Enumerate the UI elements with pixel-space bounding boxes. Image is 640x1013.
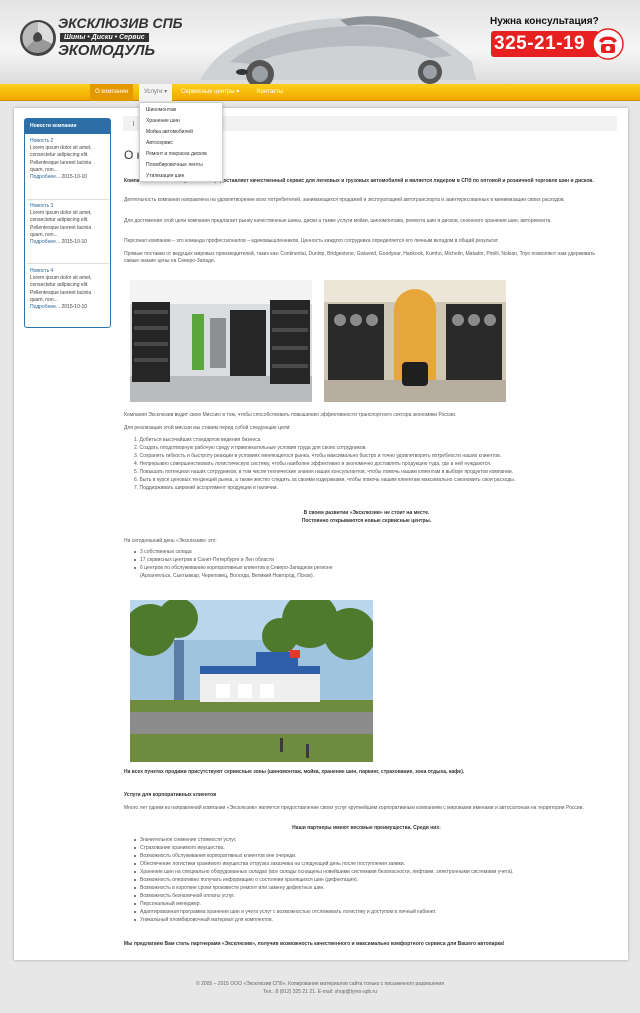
dropdown-item-sealing-tapes[interactable]: Пломбировочные ленты: [146, 162, 203, 168]
news-date: 2015-10-10: [61, 174, 88, 181]
news-divider: [27, 263, 109, 264]
news-item: Новость 2 Lorem ipsum dolor sit amet, co…: [30, 138, 106, 181]
services-dropdown-menu: Шиномонтаж Хранение шин Мойка автомобиле…: [139, 102, 223, 182]
corporate-heading: Услуги для корпоративных клиентов: [124, 792, 217, 798]
logo-title[interactable]: ЭКСКЛЮЗИВ СПБ: [58, 15, 183, 31]
list-item: 3 собственных склада: [134, 549, 192, 555]
nav-about[interactable]: О компании: [90, 84, 134, 101]
site-header: ЭКСКЛЮЗИВ СПБ Шины • Диски • Сервис ЭКОМ…: [0, 0, 640, 84]
nav-services[interactable]: Услуги ▾: [139, 84, 173, 101]
dropdown-item-tire-storage[interactable]: Хранение шин: [146, 118, 180, 124]
service-zones-text: На всех пунктах продажи присутствуют сер…: [124, 769, 465, 775]
partners-heading: Наши партнеры имеют весомые преимущества…: [292, 825, 441, 831]
list-item-continuation: (Архангельск, Сыктывкар, Череповец, Воло…: [140, 573, 315, 579]
logo-emblem-icon[interactable]: [18, 18, 58, 58]
goal-item: 5. Повышать потенциал наших сотрудников,…: [134, 469, 514, 475]
breadcrumb-marker: [133, 121, 134, 126]
footer-copyright: © 2005 – 2015 ООО «Эксклюзив СПб». Копир…: [196, 981, 444, 987]
news-sidebar: Новости компании Новость 2 Lorem ipsum d…: [24, 118, 111, 328]
consult-label: Нужна консультация?: [490, 16, 599, 27]
logo-tagline: Шины • Диски • Сервис: [60, 33, 149, 42]
footer-contacts[interactable]: Тел.: 8 (812) 325 21 21. E-mail: shop@ty…: [0, 988, 640, 996]
car-banner-image: [200, 16, 476, 84]
nav-service-centers[interactable]: Сервисные центры ▾: [176, 84, 244, 101]
dropdown-item-tire-disposal[interactable]: Утилизация шин: [146, 173, 184, 179]
main-navbar: О компании Услуги ▾ Сервисные центры ▾ К…: [0, 84, 640, 101]
paragraph: Прямые поставки от ведущих мировых произ…: [124, 251, 595, 264]
list-item: Возможность в короткие сроки произвести …: [134, 885, 325, 891]
list-item: Значительное снижение стоимости услуг.: [133, 837, 237, 843]
list-item: Обеспечение логистики хранимого имуществ…: [134, 861, 405, 867]
goal-item: 2. Создать плодотворную рабочую среду и …: [134, 445, 367, 451]
service-center-photo: [130, 600, 373, 762]
paragraph: Для достижения этой цели компания предла…: [124, 218, 552, 224]
list-item: Возможность безналичной оплаты услуг.: [134, 893, 235, 899]
goal-item: 3. Сохранять гибкость и быстроту реакции…: [134, 453, 502, 459]
telephone-icon: [592, 28, 624, 60]
closing-text: Мы предлагаем Вам стать партнерами «Экск…: [124, 941, 505, 947]
site-footer: © 2005 – 2015 ООО «Эксклюзив СПб». Копир…: [0, 980, 640, 996]
news-title[interactable]: Новость 4: [30, 268, 106, 275]
paragraph: Для реализации этой миссии мы ставим пер…: [124, 425, 291, 431]
phone-number[interactable]: 325-21-19: [494, 33, 585, 55]
list-item: Уникальный пломбировочный материал для к…: [133, 917, 274, 923]
list-item: Адаптированная программа хранения шин и …: [134, 909, 437, 915]
news-more-link[interactable]: Подробнее...: [30, 304, 60, 310]
nav-contacts[interactable]: Контакты: [252, 84, 288, 101]
dropdown-item-car-service[interactable]: Автосервис: [146, 140, 173, 146]
list-item: Персональный менеджер.: [134, 901, 201, 907]
list-item: 17 сервисных центров в Санкт-Петербурге …: [134, 557, 274, 563]
paragraph: Деятельность компании направлена на удов…: [124, 197, 565, 203]
news-sidebar-title: Новости компании: [25, 119, 110, 134]
paragraph: Персонал компании – это команда професси…: [124, 238, 499, 244]
news-body: Lorem ipsum dolor sit amet, consectetur …: [30, 275, 92, 303]
news-title[interactable]: Новость 2: [30, 138, 106, 145]
goal-item: 1. Добиться высочайших стандартов ведени…: [134, 437, 261, 443]
news-divider: [27, 199, 109, 200]
news-item: Новость 4 Lorem ipsum dolor sit amet, co…: [30, 268, 106, 311]
dropdown-item-car-wash[interactable]: Мойка автомобилей: [146, 129, 193, 135]
list-item: Возможность оперативно получать информац…: [133, 877, 359, 883]
list-item: Возможность обслуживания корпоративных к…: [133, 853, 297, 859]
goal-item: 7. Поддерживать широкий ассортимент прод…: [134, 485, 278, 491]
goal-item: 4. Непрерывно совершенствовать логистиче…: [134, 461, 492, 467]
logo-subtitle: ЭКОМОДУЛЬ: [58, 42, 156, 59]
news-more-link[interactable]: Подробнее...: [30, 239, 60, 245]
news-title[interactable]: Новость 3: [30, 203, 106, 210]
paragraph: Компания Эксклюзив видит свою Миссию в т…: [124, 412, 457, 418]
paragraph: Много лет одним из направлений компании …: [124, 805, 584, 811]
news-item: Новость 3 Lorem ipsum dolor sit amet, co…: [30, 203, 106, 246]
dropdown-item-disk-repair[interactable]: Ремонт и покраска дисков: [146, 151, 207, 157]
list-item: Хранение шин на специально оборудованных…: [134, 869, 514, 875]
news-more-link[interactable]: Подробнее...: [30, 174, 60, 180]
news-body: Lorem ipsum dolor sit amet, consectetur …: [30, 145, 92, 173]
goal-item: 6. Быть в курсе ценовых тенденций рынка,…: [134, 477, 516, 483]
development-text: Постоянно открываются новые сервисные це…: [301, 518, 432, 524]
news-body: Lorem ipsum dolor sit amet, consectetur …: [30, 210, 92, 238]
list-item: 6 центров по обслуживанию корпоративных …: [133, 565, 333, 571]
shop-hall-photo: [324, 280, 506, 402]
development-text: В своем развитии «Эксклюзив» не стоит на…: [303, 510, 430, 516]
news-date: 2015-10-10: [61, 304, 88, 311]
dropdown-item-tire-fitting[interactable]: Шиномонтаж: [146, 107, 176, 113]
paragraph: На сегодняшний день «Эксклюзив» это:: [124, 538, 217, 544]
news-date: 2015-10-10: [61, 239, 88, 246]
list-item: Страхование хранимого имущества.: [134, 845, 225, 851]
shop-interior-photo: [130, 280, 312, 402]
